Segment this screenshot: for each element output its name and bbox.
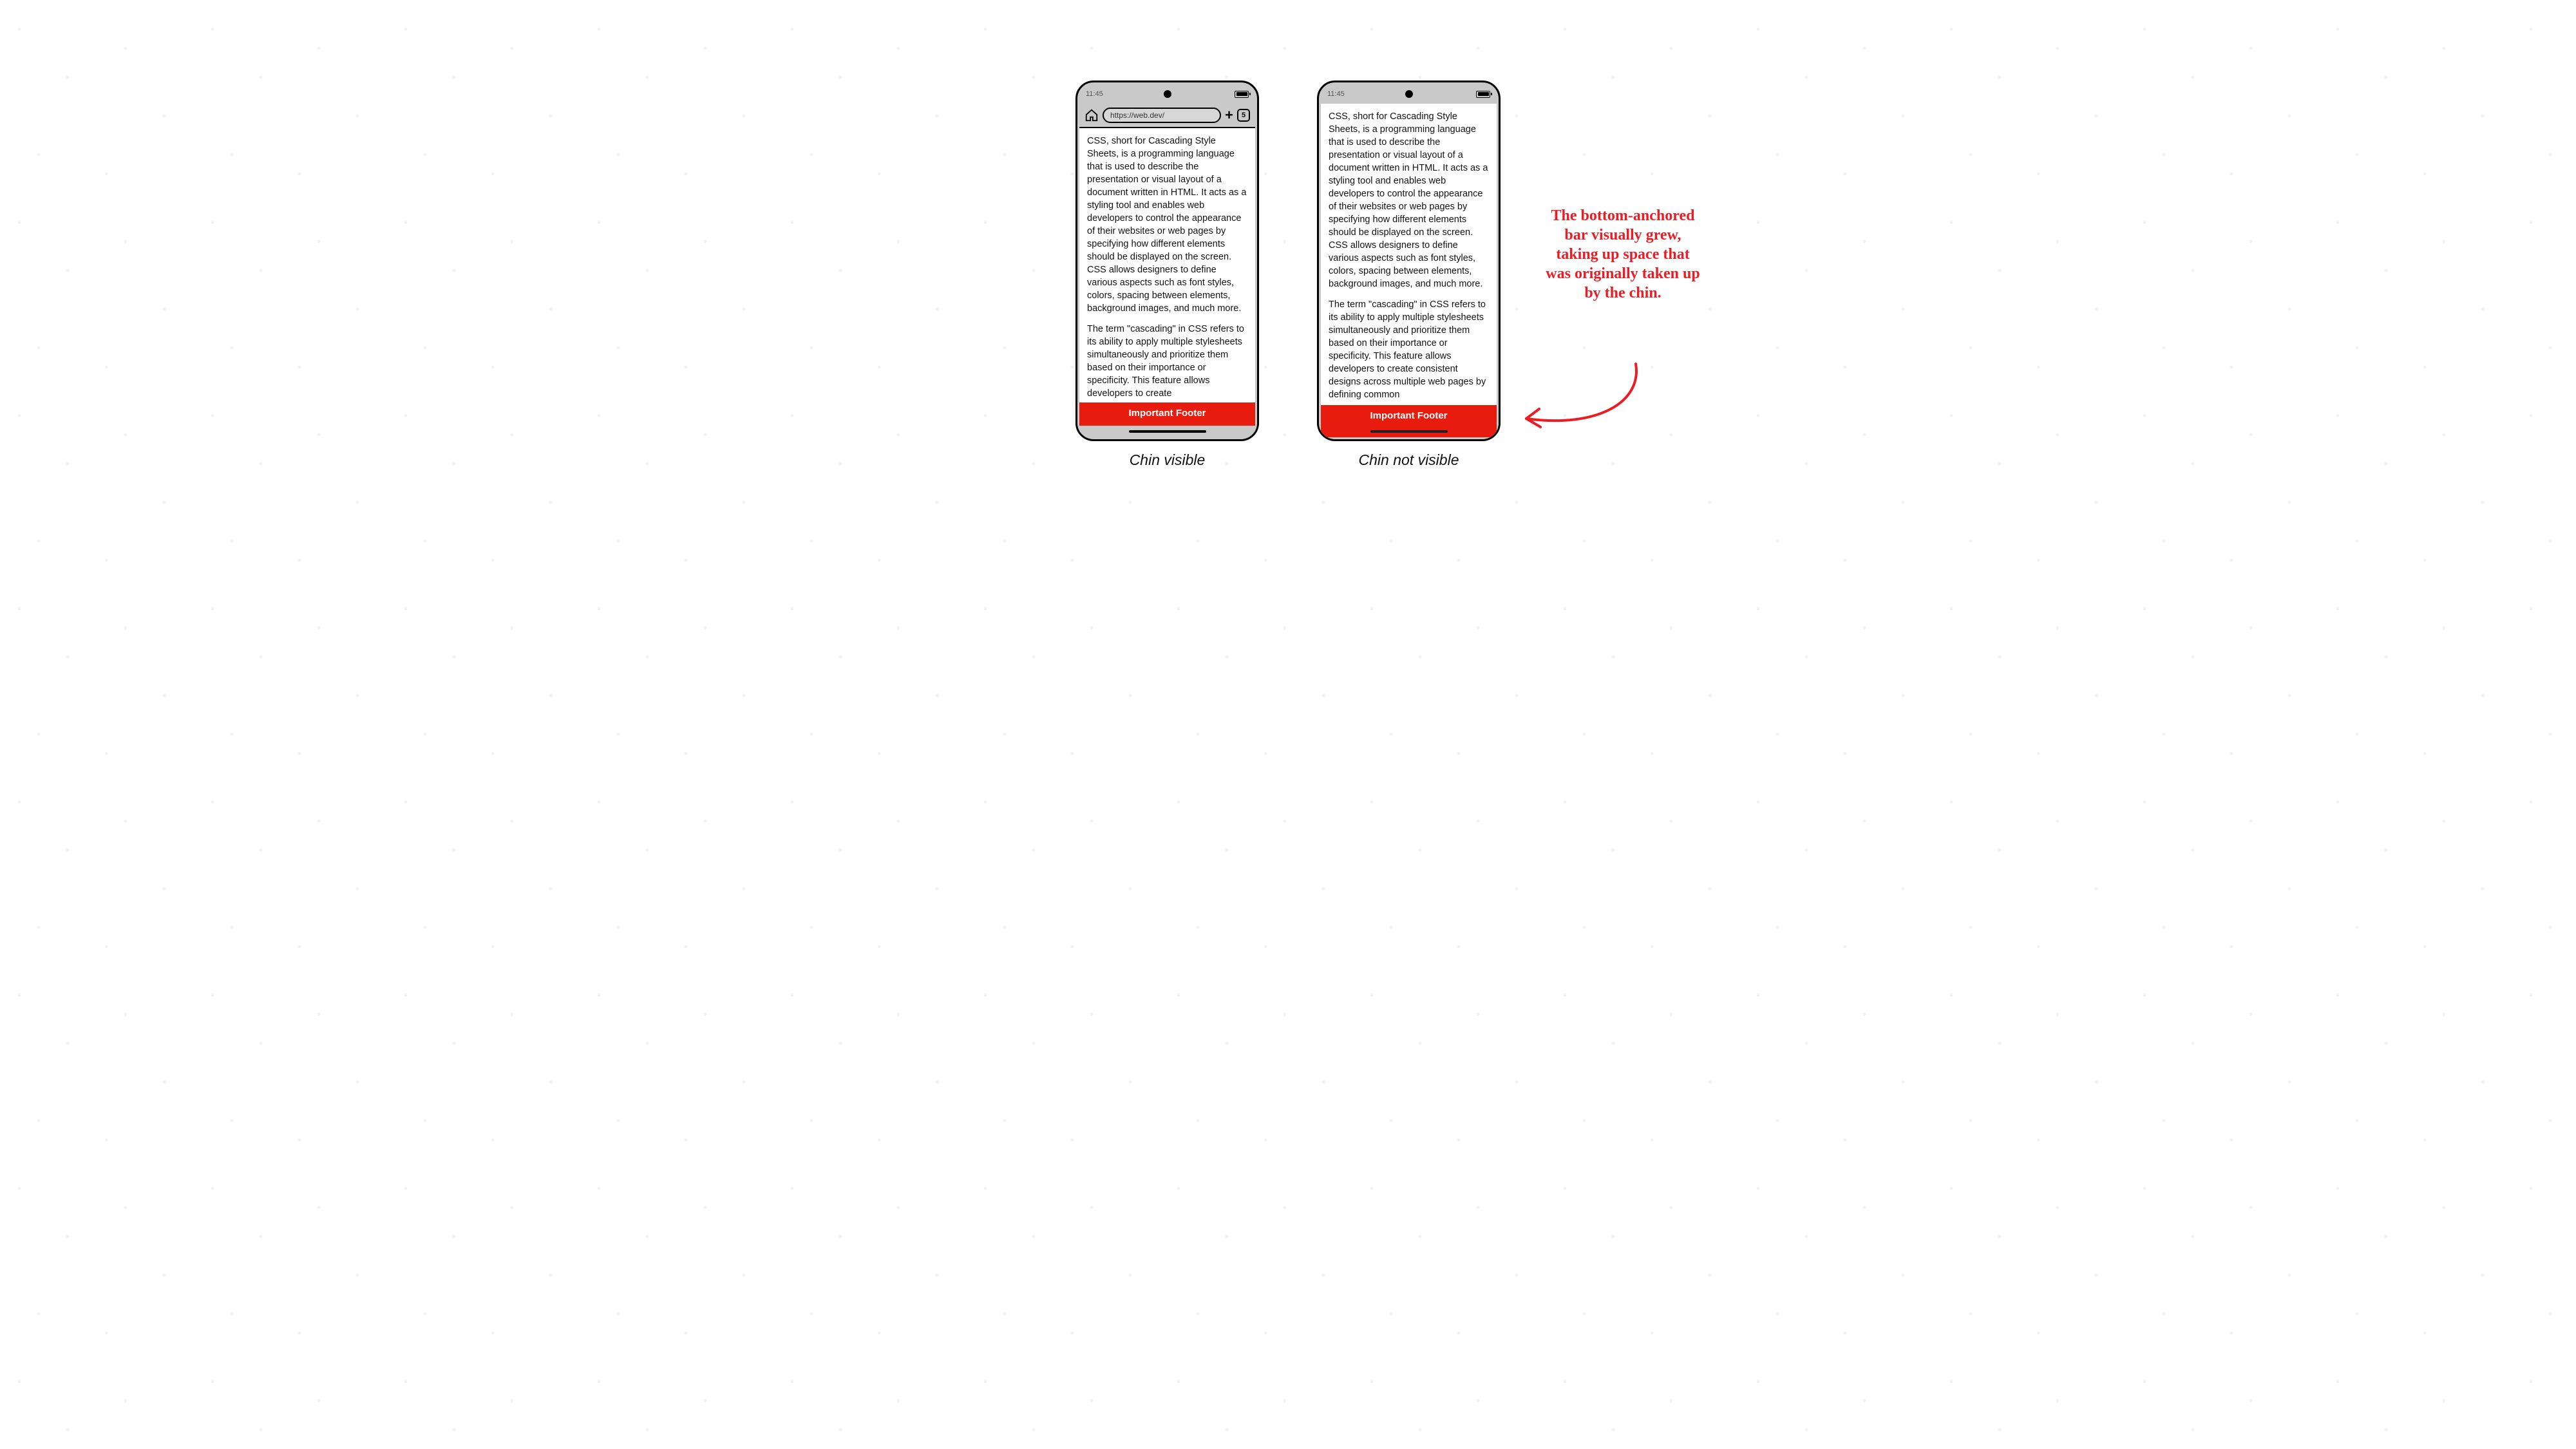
home-icon[interactable] [1084, 108, 1099, 122]
status-bar: 11:45 [1079, 84, 1255, 104]
new-tab-icon[interactable]: + [1225, 108, 1233, 122]
caption-b: Chin not visible [1359, 451, 1459, 469]
footer-label: Important Footer [1370, 410, 1448, 421]
front-camera-icon [1164, 90, 1171, 98]
paragraph-2: The term "cascading" in CSS refers to it… [1087, 323, 1247, 400]
page-viewport: CSS, short for Cascading Style Sheets, i… [1321, 104, 1497, 437]
paragraph-2: The term "cascading" in CSS refers to it… [1329, 298, 1489, 401]
status-time: 11:45 [1086, 90, 1103, 98]
battery-icon [1235, 91, 1249, 98]
home-indicator-icon[interactable] [1129, 430, 1206, 433]
paragraph-1: CSS, short for Cascading Style Sheets, i… [1087, 135, 1247, 315]
page-content[interactable]: CSS, short for Cascading Style Sheets, i… [1079, 128, 1255, 402]
phone-frame-a: 11:45 https://web.dev/ + 5 [1075, 80, 1259, 441]
phone-frame-b: 11:45 CSS, short for Cascading Style She… [1317, 80, 1501, 441]
diagram-stage: 11:45 https://web.dev/ + 5 [824, 0, 1752, 522]
page-viewport: CSS, short for Cascading Style Sheets, i… [1079, 128, 1255, 426]
address-bar[interactable]: https://web.dev/ [1103, 108, 1221, 123]
address-bar-url: https://web.dev/ [1110, 111, 1164, 120]
tab-count-badge[interactable]: 5 [1237, 109, 1250, 122]
paragraph-1: CSS, short for Cascading Style Sheets, i… [1329, 110, 1489, 290]
status-bar: 11:45 [1321, 84, 1497, 104]
tab-count-value: 5 [1242, 111, 1245, 119]
device-chin-overlay [1319, 426, 1499, 437]
caption-a: Chin visible [1130, 451, 1206, 469]
front-camera-icon [1405, 90, 1413, 98]
phone-b-column: 11:45 CSS, short for Cascading Style She… [1317, 80, 1501, 469]
battery-icon [1476, 91, 1490, 98]
annotation-text: The bottom-anchored bar visually grew, t… [1546, 206, 1700, 303]
bottom-anchored-footer[interactable]: Important Footer [1079, 402, 1255, 426]
home-indicator-icon[interactable] [1370, 430, 1448, 433]
status-time: 11:45 [1327, 90, 1345, 98]
phone-a-column: 11:45 https://web.dev/ + 5 [1075, 80, 1259, 469]
device-chin [1079, 426, 1255, 437]
page-content[interactable]: CSS, short for Cascading Style Sheets, i… [1321, 104, 1497, 405]
browser-toolbar: https://web.dev/ + 5 [1079, 104, 1255, 128]
footer-label: Important Footer [1129, 408, 1206, 419]
